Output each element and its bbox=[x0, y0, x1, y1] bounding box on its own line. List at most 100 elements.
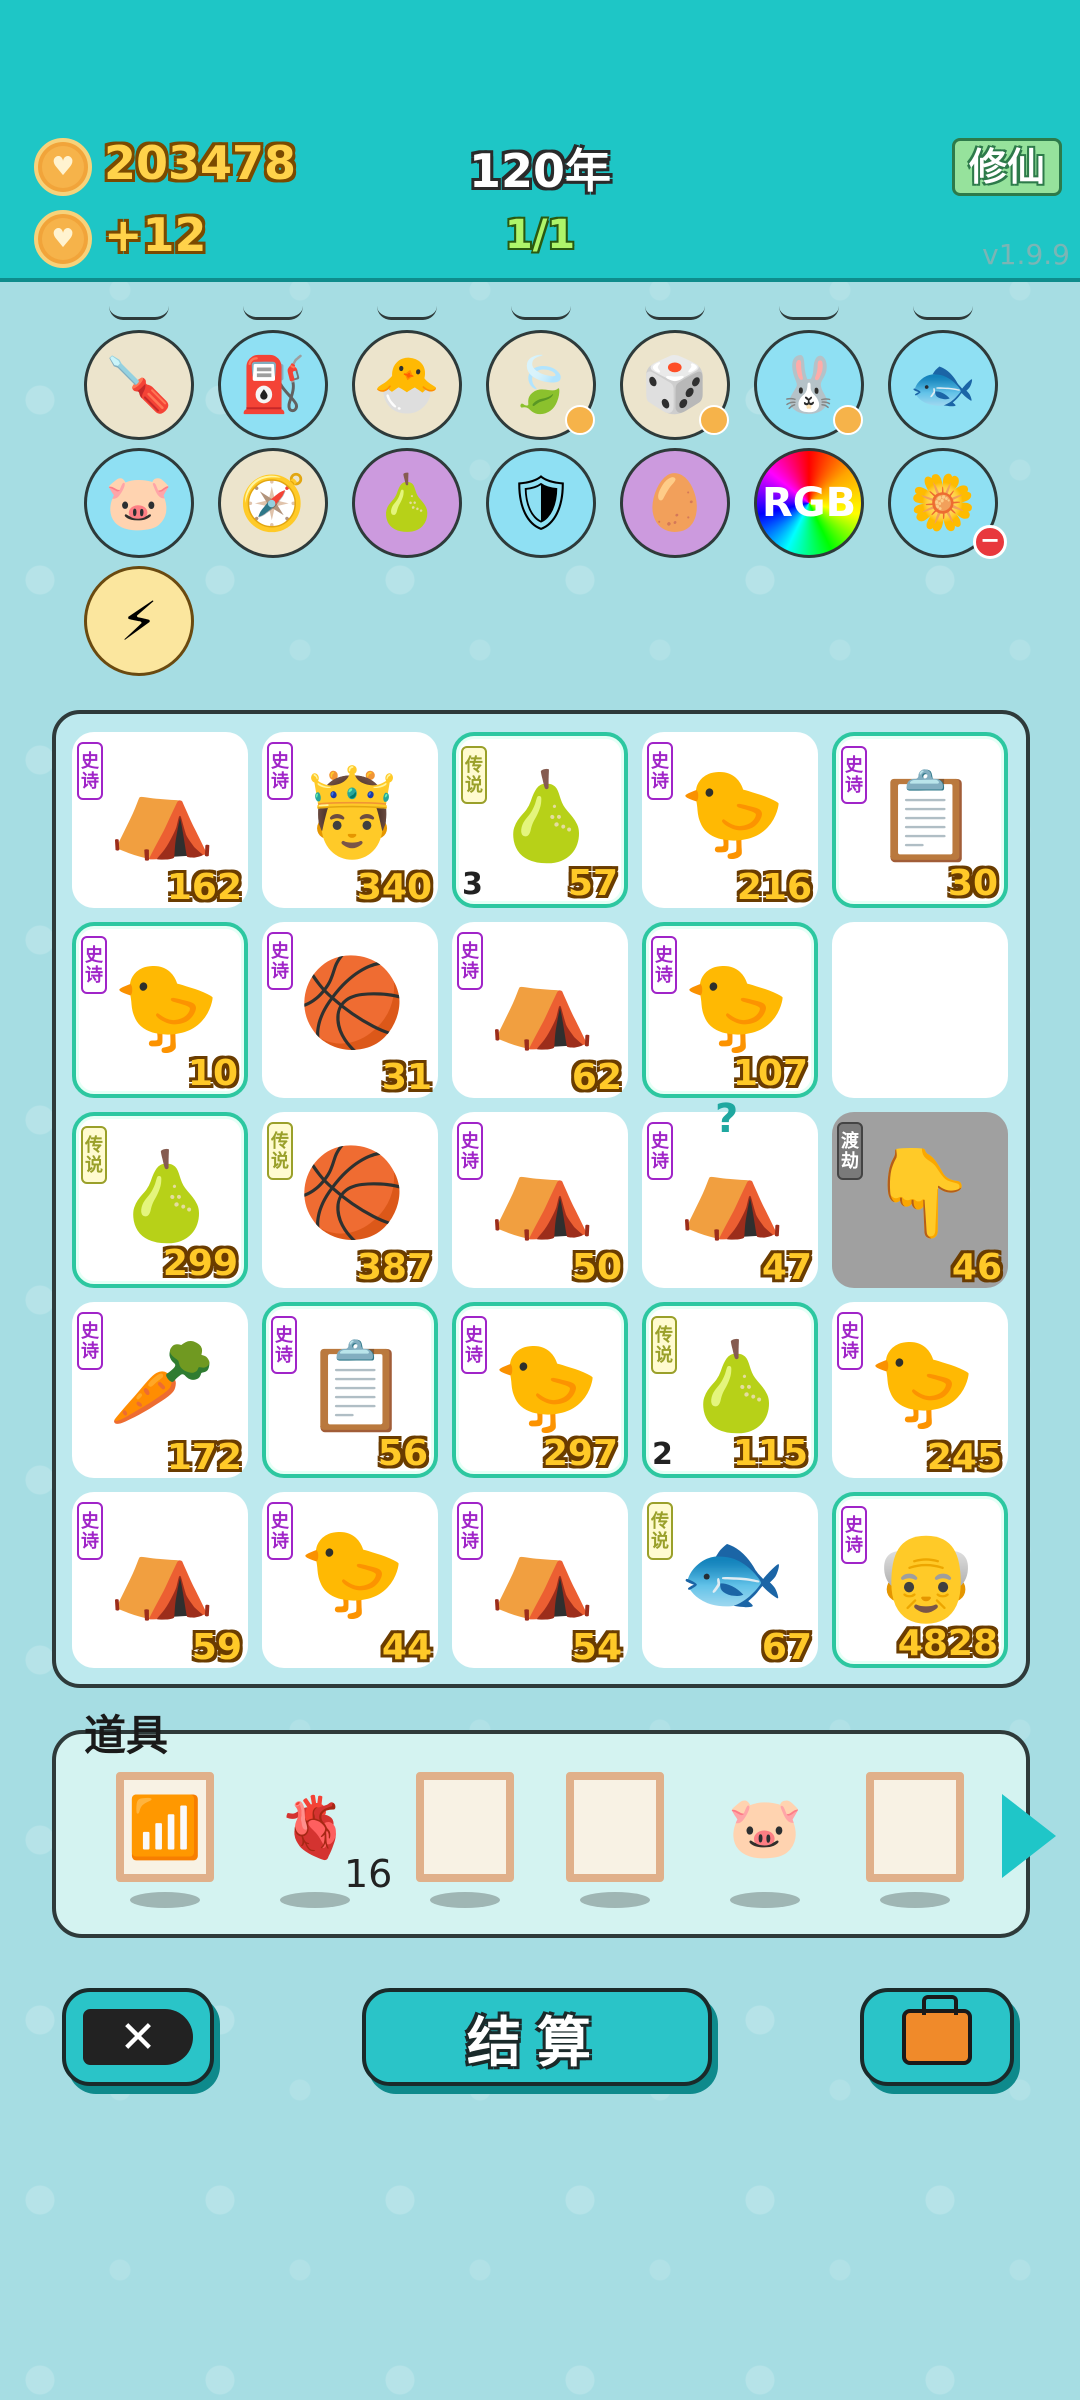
board-cell[interactable]: 🐤 史诗 107 bbox=[642, 922, 818, 1098]
board-cell[interactable]: 📋 史诗 56 bbox=[262, 1302, 438, 1478]
relic-chick-egg-icon[interactable]: 🐣 bbox=[352, 330, 462, 440]
slot-shadow bbox=[130, 1892, 200, 1908]
relic-screwdriver-icon[interactable]: 🪛 bbox=[84, 330, 194, 440]
slot-shadow bbox=[730, 1892, 800, 1908]
coin-income: +12 bbox=[104, 208, 207, 262]
item-slot[interactable]: 🐷 bbox=[716, 1772, 814, 1882]
cell-value: 10 bbox=[187, 1053, 238, 1094]
cell-counter: 2 bbox=[652, 1437, 673, 1472]
rabbit-tent-icon: ⛺ bbox=[488, 1522, 596, 1623]
rabbit-icon: 🐰 bbox=[775, 353, 843, 416]
settle-button[interactable]: 结算 bbox=[362, 1988, 712, 2086]
board-cell[interactable]: 🐤 史诗 10 bbox=[72, 922, 248, 1098]
ctrl-c-v-card-icon: 📋 bbox=[302, 1336, 410, 1437]
board-cell[interactable]: 🐤 史诗 245 bbox=[832, 1302, 1008, 1478]
item-slot[interactable] bbox=[566, 1772, 664, 1882]
rarity-tag: 史诗 bbox=[841, 1506, 867, 1564]
relic-dice-icon[interactable]: 🎲 bbox=[620, 330, 730, 440]
cell-value: 59 bbox=[191, 1627, 242, 1668]
year-counter: 120年 bbox=[468, 144, 612, 198]
cell-value: 62 bbox=[571, 1057, 622, 1098]
cell-counter: 3 bbox=[462, 867, 483, 902]
cell-value: 216 bbox=[736, 867, 812, 908]
board-cell[interactable]: 🐟 传说 67 bbox=[642, 1492, 818, 1668]
board-cell[interactable]: 🍐 传说 115 2 bbox=[642, 1302, 818, 1478]
board-cell[interactable]: ⛺ 史诗 59 bbox=[72, 1492, 248, 1668]
compass-icon: 🧭 bbox=[239, 471, 307, 534]
item-slot[interactable] bbox=[866, 1772, 964, 1882]
skip-button[interactable]: ✕ bbox=[62, 1988, 214, 2086]
relic-egg-icon[interactable]: 🥚 bbox=[620, 448, 730, 558]
relic-fishbowl-icon[interactable]: 🐟 bbox=[888, 330, 998, 440]
slot-shadow bbox=[580, 1892, 650, 1908]
inventory-button[interactable] bbox=[860, 1988, 1014, 2086]
relic-leaf-icon[interactable]: 🍃 bbox=[486, 330, 596, 440]
relic-pump-icon[interactable]: ⛽ bbox=[218, 330, 328, 440]
board-cell[interactable]: ⛺ 史诗 54 bbox=[452, 1492, 628, 1668]
relic-notch bbox=[913, 306, 973, 320]
relic-rabbit-icon[interactable]: 🐰 bbox=[754, 330, 864, 440]
rarity-tag: 史诗 bbox=[461, 1316, 487, 1374]
item-slot[interactable] bbox=[416, 1772, 514, 1882]
items-title: 道具 bbox=[84, 1711, 169, 1760]
rarity-tag: 史诗 bbox=[457, 1502, 483, 1560]
cell-value: 107 bbox=[732, 1053, 808, 1094]
rarity-tag: 传说 bbox=[267, 1122, 293, 1180]
chick-basketball-icon: 🏀 bbox=[298, 952, 406, 1053]
chick-hair-icon: 🐤 bbox=[868, 1332, 976, 1433]
relic-compass-icon[interactable]: 🧭 bbox=[218, 448, 328, 558]
wifi-item-icon: 📶 bbox=[127, 1792, 203, 1863]
board-cell[interactable]: 🐤 史诗 44 bbox=[262, 1492, 438, 1668]
cell-value: 299 bbox=[162, 1243, 238, 1284]
rarity-tag: 史诗 bbox=[457, 1122, 483, 1180]
cell-value: 50 bbox=[571, 1247, 622, 1288]
board-cell[interactable]: 🍐 传说 57 3 bbox=[452, 732, 628, 908]
board-cell[interactable]: 🐤 史诗 216 bbox=[642, 732, 818, 908]
cell-value: 340 bbox=[356, 867, 432, 908]
carrot-icon: 🥕 bbox=[108, 1332, 216, 1433]
board-cell[interactable]: ⛺ 史诗 162 bbox=[72, 732, 248, 908]
board-cell[interactable]: 🏀 史诗 31 bbox=[262, 922, 438, 1098]
mini-coin-icon bbox=[833, 405, 863, 435]
relic-pomelo-icon[interactable]: 🍐 bbox=[352, 448, 462, 558]
board-cell[interactable]: 🍐 传说 299 bbox=[72, 1112, 248, 1288]
board-cell[interactable]: 🤴 史诗 340 bbox=[262, 732, 438, 908]
cultivation-button[interactable]: 修仙 bbox=[952, 138, 1062, 196]
koi-fish-icon: 🐟 bbox=[678, 1522, 786, 1623]
board-cell[interactable]: 🥕 史诗 172 bbox=[72, 1302, 248, 1478]
cell-value: 31 bbox=[381, 1057, 432, 1098]
board-cell[interactable]: ⛺ 史诗 50 bbox=[452, 1112, 628, 1288]
rarity-tag: 史诗 bbox=[77, 742, 103, 800]
pomelo-icon: 🍐 bbox=[492, 766, 600, 867]
cell-value: 67 bbox=[761, 1627, 812, 1668]
cell-value: 297 bbox=[542, 1433, 618, 1474]
item-slot[interactable]: 📶 bbox=[116, 1772, 214, 1882]
board-cell[interactable]: 🐤 史诗 297 bbox=[452, 1302, 628, 1478]
next-page-icon[interactable] bbox=[1002, 1794, 1056, 1878]
rarity-tag: 史诗 bbox=[77, 1502, 103, 1560]
relic-rgb-icon[interactable]: RGB bbox=[754, 448, 864, 558]
cell-value: 4828 bbox=[897, 1623, 998, 1664]
relic-shield-wrench-icon[interactable]: 🛡 bbox=[486, 448, 596, 558]
cell-value: 56 bbox=[377, 1433, 428, 1474]
cell-value: 47 bbox=[761, 1247, 812, 1288]
board-cell[interactable]: ⛺ 史诗 62 bbox=[452, 922, 628, 1098]
minus-icon: − bbox=[973, 525, 1007, 559]
relic-flower-pot-icon[interactable]: 🌼 − bbox=[888, 448, 1007, 559]
relic-piggy-bank-icon[interactable]: 🐷 bbox=[84, 448, 194, 558]
board-cell[interactable]: 👇 渡劫 46 bbox=[832, 1112, 1008, 1288]
relic-lightning-icon[interactable]: ⚡ bbox=[84, 566, 194, 676]
coin-total: 203478 bbox=[104, 136, 297, 190]
cell-value: 162 bbox=[166, 867, 242, 908]
board-cell[interactable]: 👴 史诗 4828 bbox=[832, 1492, 1008, 1668]
board-cell[interactable] bbox=[832, 922, 1008, 1098]
dice-icon: 🎲 bbox=[641, 353, 709, 416]
chick-hair-icon: 🐤 bbox=[682, 956, 790, 1057]
board-cell[interactable]: 🏀 传说 387 bbox=[262, 1112, 438, 1288]
cell-value: 30 bbox=[947, 863, 998, 904]
coin-icon bbox=[34, 138, 92, 196]
rarity-tag: 史诗 bbox=[837, 1312, 863, 1370]
pomelo-icon: 🍐 bbox=[373, 471, 441, 534]
board-cell[interactable]: 📋 史诗 30 bbox=[832, 732, 1008, 908]
relic-notch bbox=[511, 306, 571, 320]
